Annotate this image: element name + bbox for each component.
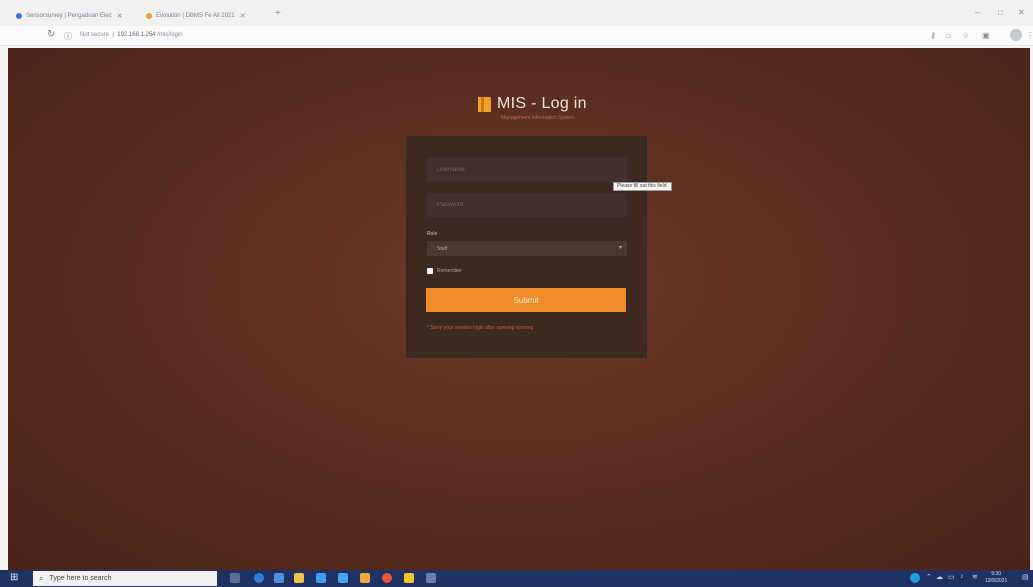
browser-tab-strip: Sensorsurvey | Pengaduan Elec ✕ Evolutio… <box>0 0 1033 26</box>
notification-icon[interactable]: ▤ <box>1022 573 1029 581</box>
close-icon[interactable]: ✕ <box>117 12 123 20</box>
role-label: Role <box>427 231 438 237</box>
login-card: Role Staff ▾ Remember Submit * Sorry you… <box>406 136 647 358</box>
calculator-icon[interactable] <box>426 573 436 583</box>
chevron-down-icon: ▾ <box>618 245 622 251</box>
remember-checkbox[interactable] <box>427 268 433 274</box>
network-status-icon[interactable] <box>910 573 920 583</box>
profile-avatar[interactable] <box>1010 29 1022 41</box>
validation-tooltip: Please fill out this field. <box>613 182 672 191</box>
brand-header: MIS - Log in <box>478 95 587 113</box>
app-icon[interactable] <box>338 573 348 583</box>
role-select[interactable]: Staff ▾ <box>427 241 627 256</box>
edge-browser-icon[interactable] <box>254 573 264 583</box>
page-subtitle: Management Information System <box>501 115 575 121</box>
role-value: Staff <box>437 245 448 252</box>
url-field[interactable]: Not secure | 192.168.1.254 /mis/login <box>80 32 183 38</box>
favicon-icon <box>16 13 22 19</box>
key-icon[interactable]: ⚷ <box>930 31 936 40</box>
remember-label: Remember <box>437 268 462 274</box>
login-button[interactable]: Submit <box>426 288 626 312</box>
clock-date: 10/9/2021 <box>985 578 1008 584</box>
star-icon[interactable]: ☆ <box>962 31 969 40</box>
translate-icon[interactable]: ⌂ <box>946 31 951 40</box>
username-input[interactable] <box>427 158 627 182</box>
url-ip: 192.168.1.254 <box>117 32 156 38</box>
window-close-icon[interactable]: ✕ <box>1018 8 1025 17</box>
info-icon[interactable]: ⓘ <box>64 31 72 42</box>
password-field-wrap <box>427 193 627 217</box>
username-field-wrap <box>427 158 627 182</box>
address-bar: ↻ ⓘ Not secure | 192.168.1.254 /mis/logi… <box>0 26 1033 46</box>
reload-icon[interactable]: ↻ <box>47 29 55 40</box>
warning-message: * Sorry your session login after opening… <box>427 325 534 331</box>
page-title: MIS - Log in <box>497 95 587 112</box>
sticky-notes-icon[interactable] <box>404 573 414 583</box>
file-explorer-icon[interactable] <box>294 573 304 583</box>
windows-start-icon[interactable]: ⊞ <box>10 573 18 583</box>
taskbar-search[interactable]: ⌕ Type here to search <box>33 571 217 586</box>
browser-tab-2[interactable]: Evolution | DBMS Fe All 2021 ✕ <box>146 9 245 23</box>
tray-chevron-icon[interactable]: ⌃ <box>926 573 932 581</box>
menu-icon[interactable]: ⋮ <box>1026 31 1033 40</box>
remember-option[interactable]: Remember <box>427 268 462 274</box>
close-icon[interactable]: ✕ <box>240 12 246 20</box>
wifi-icon[interactable]: ≋ <box>972 573 978 581</box>
battery-icon[interactable]: ▭ <box>948 573 955 581</box>
password-input[interactable] <box>427 193 627 217</box>
browser-tab-1[interactable]: Sensorsurvey | Pengaduan Elec ✕ <box>16 9 123 23</box>
tab-label: Evolution | DBMS Fe All 2021 <box>156 13 235 19</box>
new-tab-icon[interactable]: + <box>275 8 281 19</box>
search-icon: ⌕ <box>39 573 44 583</box>
tab-label: Sensorsurvey | Pengaduan Elec <box>26 13 112 19</box>
taskbar-search-placeholder: Type here to search <box>49 575 112 582</box>
login-page: MIS - Log in Management Information Syst… <box>8 48 1030 570</box>
favicon-icon <box>146 13 152 19</box>
volume-icon[interactable]: ♪ <box>960 573 964 580</box>
url-path: /mis/login <box>157 32 183 38</box>
maximize-icon[interactable]: □ <box>998 8 1003 17</box>
task-view-icon[interactable] <box>230 573 240 583</box>
logo-icon <box>478 96 491 112</box>
cloud-icon[interactable]: ☁ <box>936 573 943 581</box>
security-label: Not secure <box>80 32 110 38</box>
minimize-icon[interactable]: – <box>975 8 979 17</box>
store-icon[interactable] <box>316 573 326 583</box>
chrome-icon[interactable] <box>382 573 392 583</box>
mail-icon[interactable] <box>274 573 284 583</box>
taskbar: ⊞ ⌕ Type here to search ⌃ ☁ ▭ ♪ ≋ 9:30 1… <box>0 570 1033 587</box>
taskbar-clock[interactable]: 9:30 10/9/2021 <box>985 571 1007 585</box>
clock-time: 9:30 <box>991 571 1001 577</box>
folder-icon[interactable] <box>360 573 370 583</box>
extension-icon[interactable]: ▣ <box>982 31 990 40</box>
